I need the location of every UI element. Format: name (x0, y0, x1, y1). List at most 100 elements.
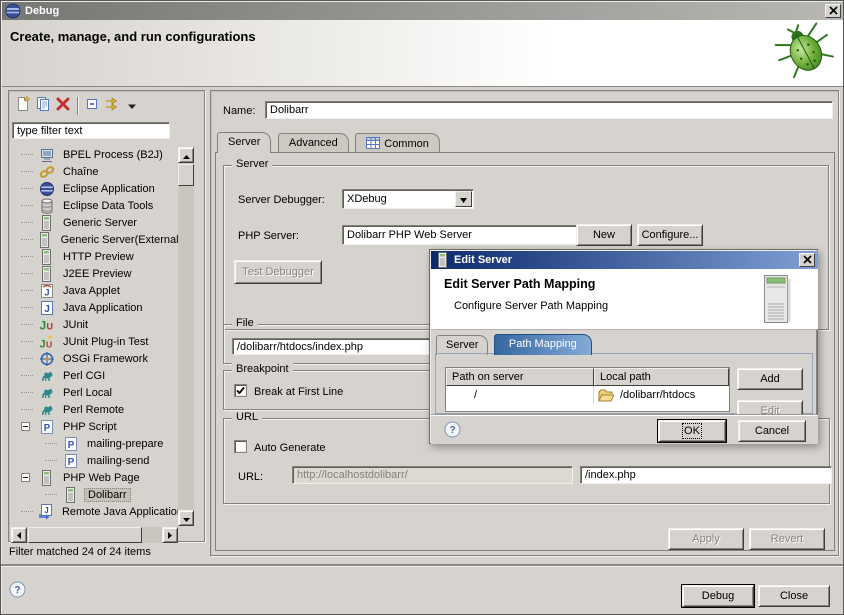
close-button[interactable]: Close (758, 585, 830, 607)
tree-item-cha-ne[interactable]: Chaîne (11, 163, 179, 180)
tree-item-junit-plug-in-test[interactable]: JUJUnit Plug-in Test (11, 333, 179, 350)
tree-item-perl-cgi[interactable]: Perl CGI (11, 367, 179, 384)
svg-text:U: U (47, 321, 54, 331)
column-header-local-path[interactable]: Local path (594, 368, 729, 386)
filter-launch-configurations-button[interactable] (102, 96, 122, 116)
auto-generate-checkbox[interactable] (234, 440, 247, 453)
cancel-button-label: Cancel (755, 425, 789, 437)
tree-item-eclipse-application[interactable]: Eclipse Application (11, 180, 179, 197)
tree-vertical-scrollbar[interactable] (178, 147, 194, 526)
dialog-tab-path-mapping-label: Path Mapping (509, 338, 577, 350)
cancel-button[interactable]: Cancel (738, 420, 806, 442)
tree-item-php-web-page[interactable]: PHP Web Page (11, 469, 179, 486)
collapse-toggle-icon[interactable] (21, 469, 30, 487)
tree-item-perl-remote[interactable]: Perl Remote (11, 401, 179, 418)
add-mapping-button[interactable]: Add (737, 368, 803, 390)
scroll-up-button[interactable] (178, 147, 194, 163)
collapse-all-button[interactable] (82, 96, 102, 116)
tab-server[interactable]: Server (217, 132, 271, 153)
tree-item-label: Dolibarr (84, 488, 131, 502)
arrow-right-icon (168, 526, 172, 544)
tree-item-label: OSGi Framework (60, 352, 151, 366)
dialog-tab-server[interactable]: Server (436, 335, 488, 355)
help-icon[interactable]: ? (444, 421, 461, 438)
ok-button[interactable]: OK (658, 420, 726, 442)
tree-connector (21, 358, 33, 359)
tree-item-dolibarr[interactable]: Dolibarr (11, 486, 179, 503)
scroll-down-button[interactable] (178, 510, 194, 526)
svg-text:U: U (46, 339, 52, 349)
collapse-toggle-icon[interactable] (21, 418, 30, 436)
tree-item-mailing-send[interactable]: Pmailing-send (11, 452, 179, 469)
tree-item-generic-server-external-la[interactable]: Generic Server(External La (11, 231, 179, 248)
tree-item-eclipse-data-tools[interactable]: Eclipse Data Tools (11, 197, 179, 214)
dialog-header: Edit Server Path Mapping Configure Serve… (431, 269, 818, 330)
tree-item-mailing-prepare[interactable]: Pmailing-prepare (11, 435, 179, 452)
svg-text:?: ? (449, 425, 455, 436)
table-row[interactable]: //dolibarr/htdocs (446, 386, 729, 404)
server-icon (63, 487, 79, 503)
revert-button[interactable]: Revert (749, 528, 825, 550)
path-mapping-table[interactable]: Path on server Local path //dolibarr/htd… (445, 367, 730, 412)
vertical-scroll-thumb[interactable] (178, 164, 194, 186)
window-close-button[interactable] (825, 4, 841, 18)
base-url-field (292, 466, 573, 484)
tree-item-label: Perl Remote (60, 403, 127, 417)
tree-horizontal-scrollbar[interactable] (11, 527, 178, 543)
name-field[interactable] (265, 101, 833, 119)
new-server-button[interactable]: New (576, 224, 632, 246)
tree-item-java-applet[interactable]: JJava Applet (11, 282, 179, 299)
tree-item-bpel-process-b2j[interactable]: BPEL Process (B2J) (11, 146, 179, 163)
close-icon (803, 251, 812, 269)
tree-item-perl-local[interactable]: Perl Local (11, 384, 179, 401)
tree-connector (21, 324, 33, 325)
tree-connector (21, 375, 33, 376)
php-icon: P (63, 436, 79, 452)
debug-button[interactable]: Debug (682, 585, 754, 607)
dialog-heading: Edit Server Path Mapping (444, 277, 595, 291)
duplicate-icon (35, 96, 51, 117)
tree-item-remote-java-application[interactable]: JRemote Java Application (11, 503, 179, 520)
tree-item-label: PHP Web Page (60, 471, 143, 485)
url-path-field[interactable] (580, 466, 832, 484)
break-at-first-line-checkbox[interactable] (234, 384, 247, 397)
column-header-path-on-server[interactable]: Path on server (446, 368, 594, 386)
tab-common[interactable]: Common (355, 133, 440, 153)
svg-text:J: J (44, 304, 50, 315)
help-icon[interactable]: ? (9, 581, 26, 598)
scroll-left-button[interactable] (11, 527, 27, 543)
tree-item-http-preview[interactable]: HTTP Preview (11, 248, 179, 265)
tree-item-label: Eclipse Data Tools (60, 199, 156, 213)
tab-advanced[interactable]: Advanced (278, 133, 349, 153)
tree-item-j2ee-preview[interactable]: J2EE Preview (11, 265, 179, 282)
dialog-tab-path-mapping[interactable]: Path Mapping (494, 334, 592, 355)
scroll-right-button[interactable] (162, 527, 178, 543)
tree-item-label: Remote Java Application (59, 505, 179, 519)
tree-item-generic-server[interactable]: Generic Server (11, 214, 179, 231)
delete-launch-configuration-button[interactable] (53, 96, 73, 116)
dialog-close-button[interactable] (799, 253, 815, 267)
server-debugger-select[interactable]: XDebug (342, 189, 474, 209)
filter-input[interactable] (12, 122, 170, 139)
file-group-title: File (232, 317, 258, 329)
tree-connector (21, 290, 33, 291)
new-launch-configuration-button[interactable] (13, 96, 33, 116)
horizontal-scroll-thumb[interactable] (28, 527, 142, 543)
tree-item-java-application[interactable]: JJava Application (11, 299, 179, 316)
name-label: Name: (223, 105, 255, 117)
java-icon: J (39, 300, 55, 316)
duplicate-launch-configuration-button[interactable] (33, 96, 53, 116)
cell-path-on-server: / (446, 386, 594, 404)
tree-item-junit[interactable]: JUJUnit (11, 316, 179, 333)
chevron-down-icon[interactable] (455, 191, 472, 207)
tab-server-label: Server (228, 136, 260, 148)
tree-item-osgi-framework[interactable]: OSGi Framework (11, 350, 179, 367)
tree-connector (21, 307, 33, 308)
svg-text:J: J (44, 287, 49, 297)
page-title: Create, manage, and run configurations (10, 29, 256, 44)
apply-button[interactable]: Apply (668, 528, 744, 550)
test-debugger-button[interactable]: Test Debugger (234, 260, 322, 284)
toolbar-menu-button[interactable] (122, 96, 142, 116)
configure-button[interactable]: Configure... (637, 224, 703, 246)
tree-item-php-script[interactable]: PPHP Script (11, 418, 179, 435)
